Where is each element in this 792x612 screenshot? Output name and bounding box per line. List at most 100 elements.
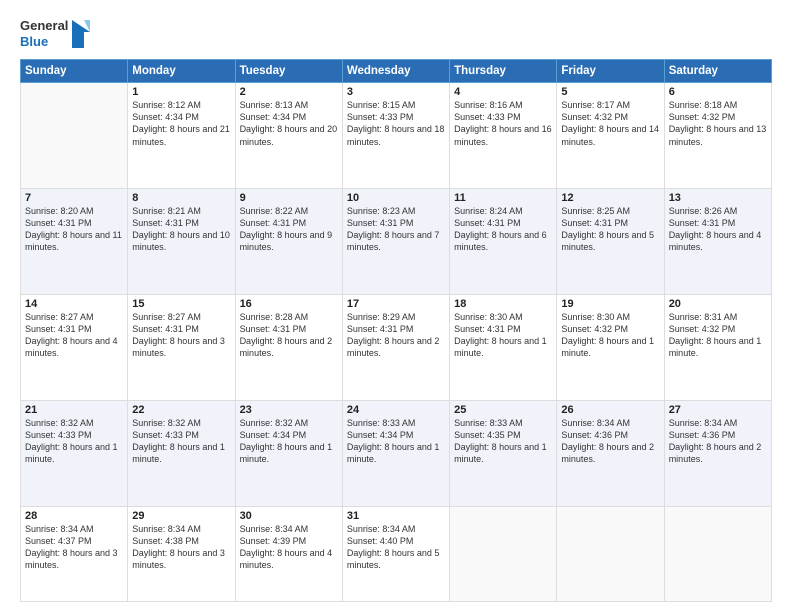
calendar-cell: 28Sunrise: 8:34 AMSunset: 4:37 PMDayligh… xyxy=(21,506,128,601)
calendar-cell xyxy=(664,506,771,601)
cell-info: Sunrise: 8:23 AMSunset: 4:31 PMDaylight:… xyxy=(347,205,445,254)
calendar-cell: 26Sunrise: 8:34 AMSunset: 4:36 PMDayligh… xyxy=(557,400,664,506)
day-number: 10 xyxy=(347,192,445,204)
day-number: 6 xyxy=(669,86,767,98)
calendar-body: 1Sunrise: 8:12 AMSunset: 4:34 PMDaylight… xyxy=(21,83,772,602)
cell-info: Sunrise: 8:22 AMSunset: 4:31 PMDaylight:… xyxy=(240,205,338,254)
calendar-cell: 2Sunrise: 8:13 AMSunset: 4:34 PMDaylight… xyxy=(235,83,342,189)
cell-info: Sunrise: 8:33 AMSunset: 4:34 PMDaylight:… xyxy=(347,417,445,466)
day-number: 11 xyxy=(454,192,552,204)
cell-info: Sunrise: 8:21 AMSunset: 4:31 PMDaylight:… xyxy=(132,205,230,254)
logo-text: General Blue xyxy=(20,18,68,49)
day-number: 29 xyxy=(132,510,230,522)
cell-info: Sunrise: 8:33 AMSunset: 4:35 PMDaylight:… xyxy=(454,417,552,466)
day-number: 4 xyxy=(454,86,552,98)
calendar-cell xyxy=(557,506,664,601)
day-number: 25 xyxy=(454,404,552,416)
logo: General Blue xyxy=(20,18,90,49)
cell-info: Sunrise: 8:18 AMSunset: 4:32 PMDaylight:… xyxy=(669,99,767,148)
day-number: 21 xyxy=(25,404,123,416)
calendar-cell: 31Sunrise: 8:34 AMSunset: 4:40 PMDayligh… xyxy=(342,506,449,601)
calendar-cell: 15Sunrise: 8:27 AMSunset: 4:31 PMDayligh… xyxy=(128,294,235,400)
day-header-sunday: Sunday xyxy=(21,60,128,83)
calendar-cell: 24Sunrise: 8:33 AMSunset: 4:34 PMDayligh… xyxy=(342,400,449,506)
calendar-cell: 29Sunrise: 8:34 AMSunset: 4:38 PMDayligh… xyxy=(128,506,235,601)
cell-info: Sunrise: 8:24 AMSunset: 4:31 PMDaylight:… xyxy=(454,205,552,254)
cell-info: Sunrise: 8:34 AMSunset: 4:36 PMDaylight:… xyxy=(669,417,767,466)
day-number: 23 xyxy=(240,404,338,416)
day-number: 12 xyxy=(561,192,659,204)
day-number: 20 xyxy=(669,298,767,310)
calendar-cell: 14Sunrise: 8:27 AMSunset: 4:31 PMDayligh… xyxy=(21,294,128,400)
cell-info: Sunrise: 8:15 AMSunset: 4:33 PMDaylight:… xyxy=(347,99,445,148)
calendar-cell: 6Sunrise: 8:18 AMSunset: 4:32 PMDaylight… xyxy=(664,83,771,189)
day-number: 16 xyxy=(240,298,338,310)
header: General Blue xyxy=(20,18,772,49)
calendar-cell: 11Sunrise: 8:24 AMSunset: 4:31 PMDayligh… xyxy=(450,189,557,295)
cell-info: Sunrise: 8:17 AMSunset: 4:32 PMDaylight:… xyxy=(561,99,659,148)
calendar-cell: 18Sunrise: 8:30 AMSunset: 4:31 PMDayligh… xyxy=(450,294,557,400)
calendar-header-row: SundayMondayTuesdayWednesdayThursdayFrid… xyxy=(21,60,772,83)
logo-chevron-icon xyxy=(72,20,90,48)
day-number: 15 xyxy=(132,298,230,310)
calendar-table: SundayMondayTuesdayWednesdayThursdayFrid… xyxy=(20,59,772,602)
cell-info: Sunrise: 8:34 AMSunset: 4:39 PMDaylight:… xyxy=(240,523,338,572)
calendar-cell: 20Sunrise: 8:31 AMSunset: 4:32 PMDayligh… xyxy=(664,294,771,400)
calendar-cell: 16Sunrise: 8:28 AMSunset: 4:31 PMDayligh… xyxy=(235,294,342,400)
cell-info: Sunrise: 8:12 AMSunset: 4:34 PMDaylight:… xyxy=(132,99,230,148)
week-row-1: 1Sunrise: 8:12 AMSunset: 4:34 PMDaylight… xyxy=(21,83,772,189)
day-number: 17 xyxy=(347,298,445,310)
day-number: 27 xyxy=(669,404,767,416)
calendar-cell: 7Sunrise: 8:20 AMSunset: 4:31 PMDaylight… xyxy=(21,189,128,295)
calendar-cell: 27Sunrise: 8:34 AMSunset: 4:36 PMDayligh… xyxy=(664,400,771,506)
cell-info: Sunrise: 8:32 AMSunset: 4:34 PMDaylight:… xyxy=(240,417,338,466)
day-number: 1 xyxy=(132,86,230,98)
day-header-tuesday: Tuesday xyxy=(235,60,342,83)
calendar-cell: 23Sunrise: 8:32 AMSunset: 4:34 PMDayligh… xyxy=(235,400,342,506)
cell-info: Sunrise: 8:27 AMSunset: 4:31 PMDaylight:… xyxy=(25,311,123,360)
day-header-thursday: Thursday xyxy=(450,60,557,83)
calendar-cell: 12Sunrise: 8:25 AMSunset: 4:31 PMDayligh… xyxy=(557,189,664,295)
week-row-5: 28Sunrise: 8:34 AMSunset: 4:37 PMDayligh… xyxy=(21,506,772,601)
day-number: 30 xyxy=(240,510,338,522)
day-header-monday: Monday xyxy=(128,60,235,83)
calendar-cell: 10Sunrise: 8:23 AMSunset: 4:31 PMDayligh… xyxy=(342,189,449,295)
calendar-cell: 5Sunrise: 8:17 AMSunset: 4:32 PMDaylight… xyxy=(557,83,664,189)
day-number: 19 xyxy=(561,298,659,310)
cell-info: Sunrise: 8:34 AMSunset: 4:38 PMDaylight:… xyxy=(132,523,230,572)
day-number: 24 xyxy=(347,404,445,416)
calendar-cell xyxy=(450,506,557,601)
calendar-cell xyxy=(21,83,128,189)
day-header-saturday: Saturday xyxy=(664,60,771,83)
cell-info: Sunrise: 8:30 AMSunset: 4:32 PMDaylight:… xyxy=(561,311,659,360)
day-number: 3 xyxy=(347,86,445,98)
calendar-cell: 21Sunrise: 8:32 AMSunset: 4:33 PMDayligh… xyxy=(21,400,128,506)
cell-info: Sunrise: 8:34 AMSunset: 4:40 PMDaylight:… xyxy=(347,523,445,572)
week-row-4: 21 Sunrise: 8:32 AMSunset: 4:33 PMDayligh… xyxy=(21,400,772,506)
week-row-3: 14Sunrise: 8:27 AMSunset: 4:31 PMDayligh… xyxy=(21,294,772,400)
calendar-cell: 4Sunrise: 8:16 AMSunset: 4:33 PMDaylight… xyxy=(450,83,557,189)
day-number: 13 xyxy=(669,192,767,204)
day-number: 7 xyxy=(25,192,123,204)
calendar-cell: 1Sunrise: 8:12 AMSunset: 4:34 PMDaylight… xyxy=(128,83,235,189)
calendar-cell: 17Sunrise: 8:29 AMSunset: 4:31 PMDayligh… xyxy=(342,294,449,400)
cell-info: Sunrise: 8:27 AMSunset: 4:31 PMDaylight:… xyxy=(132,311,230,360)
day-number: 14 xyxy=(25,298,123,310)
cell-info: Sunrise: 8:26 AMSunset: 4:31 PMDaylight:… xyxy=(669,205,767,254)
day-number: 8 xyxy=(132,192,230,204)
day-number: 28 xyxy=(25,510,123,522)
day-header-friday: Friday xyxy=(557,60,664,83)
cell-info: Sunrise: 8:31 AMSunset: 4:32 PMDaylight:… xyxy=(669,311,767,360)
cell-info: Sunrise: 8:30 AMSunset: 4:31 PMDaylight:… xyxy=(454,311,552,360)
calendar-cell: 30Sunrise: 8:34 AMSunset: 4:39 PMDayligh… xyxy=(235,506,342,601)
calendar-cell: 3Sunrise: 8:15 AMSunset: 4:33 PMDaylight… xyxy=(342,83,449,189)
cell-info: Sunrise: 8:32 AMSunset: 4:33 PMDaylight:… xyxy=(132,417,230,466)
calendar-cell: 8Sunrise: 8:21 AMSunset: 4:31 PMDaylight… xyxy=(128,189,235,295)
day-number: 31 xyxy=(347,510,445,522)
cell-info: Sunrise: 8:34 AMSunset: 4:37 PMDaylight:… xyxy=(25,523,123,572)
cell-info: Sunrise: 8:28 AMSunset: 4:31 PMDaylight:… xyxy=(240,311,338,360)
calendar-cell: 25Sunrise: 8:33 AMSunset: 4:35 PMDayligh… xyxy=(450,400,557,506)
cell-info: Sunrise: 8:34 AMSunset: 4:36 PMDaylight:… xyxy=(561,417,659,466)
cell-info: Sunrise: 8:29 AMSunset: 4:31 PMDaylight:… xyxy=(347,311,445,360)
calendar-cell: 13Sunrise: 8:26 AMSunset: 4:31 PMDayligh… xyxy=(664,189,771,295)
